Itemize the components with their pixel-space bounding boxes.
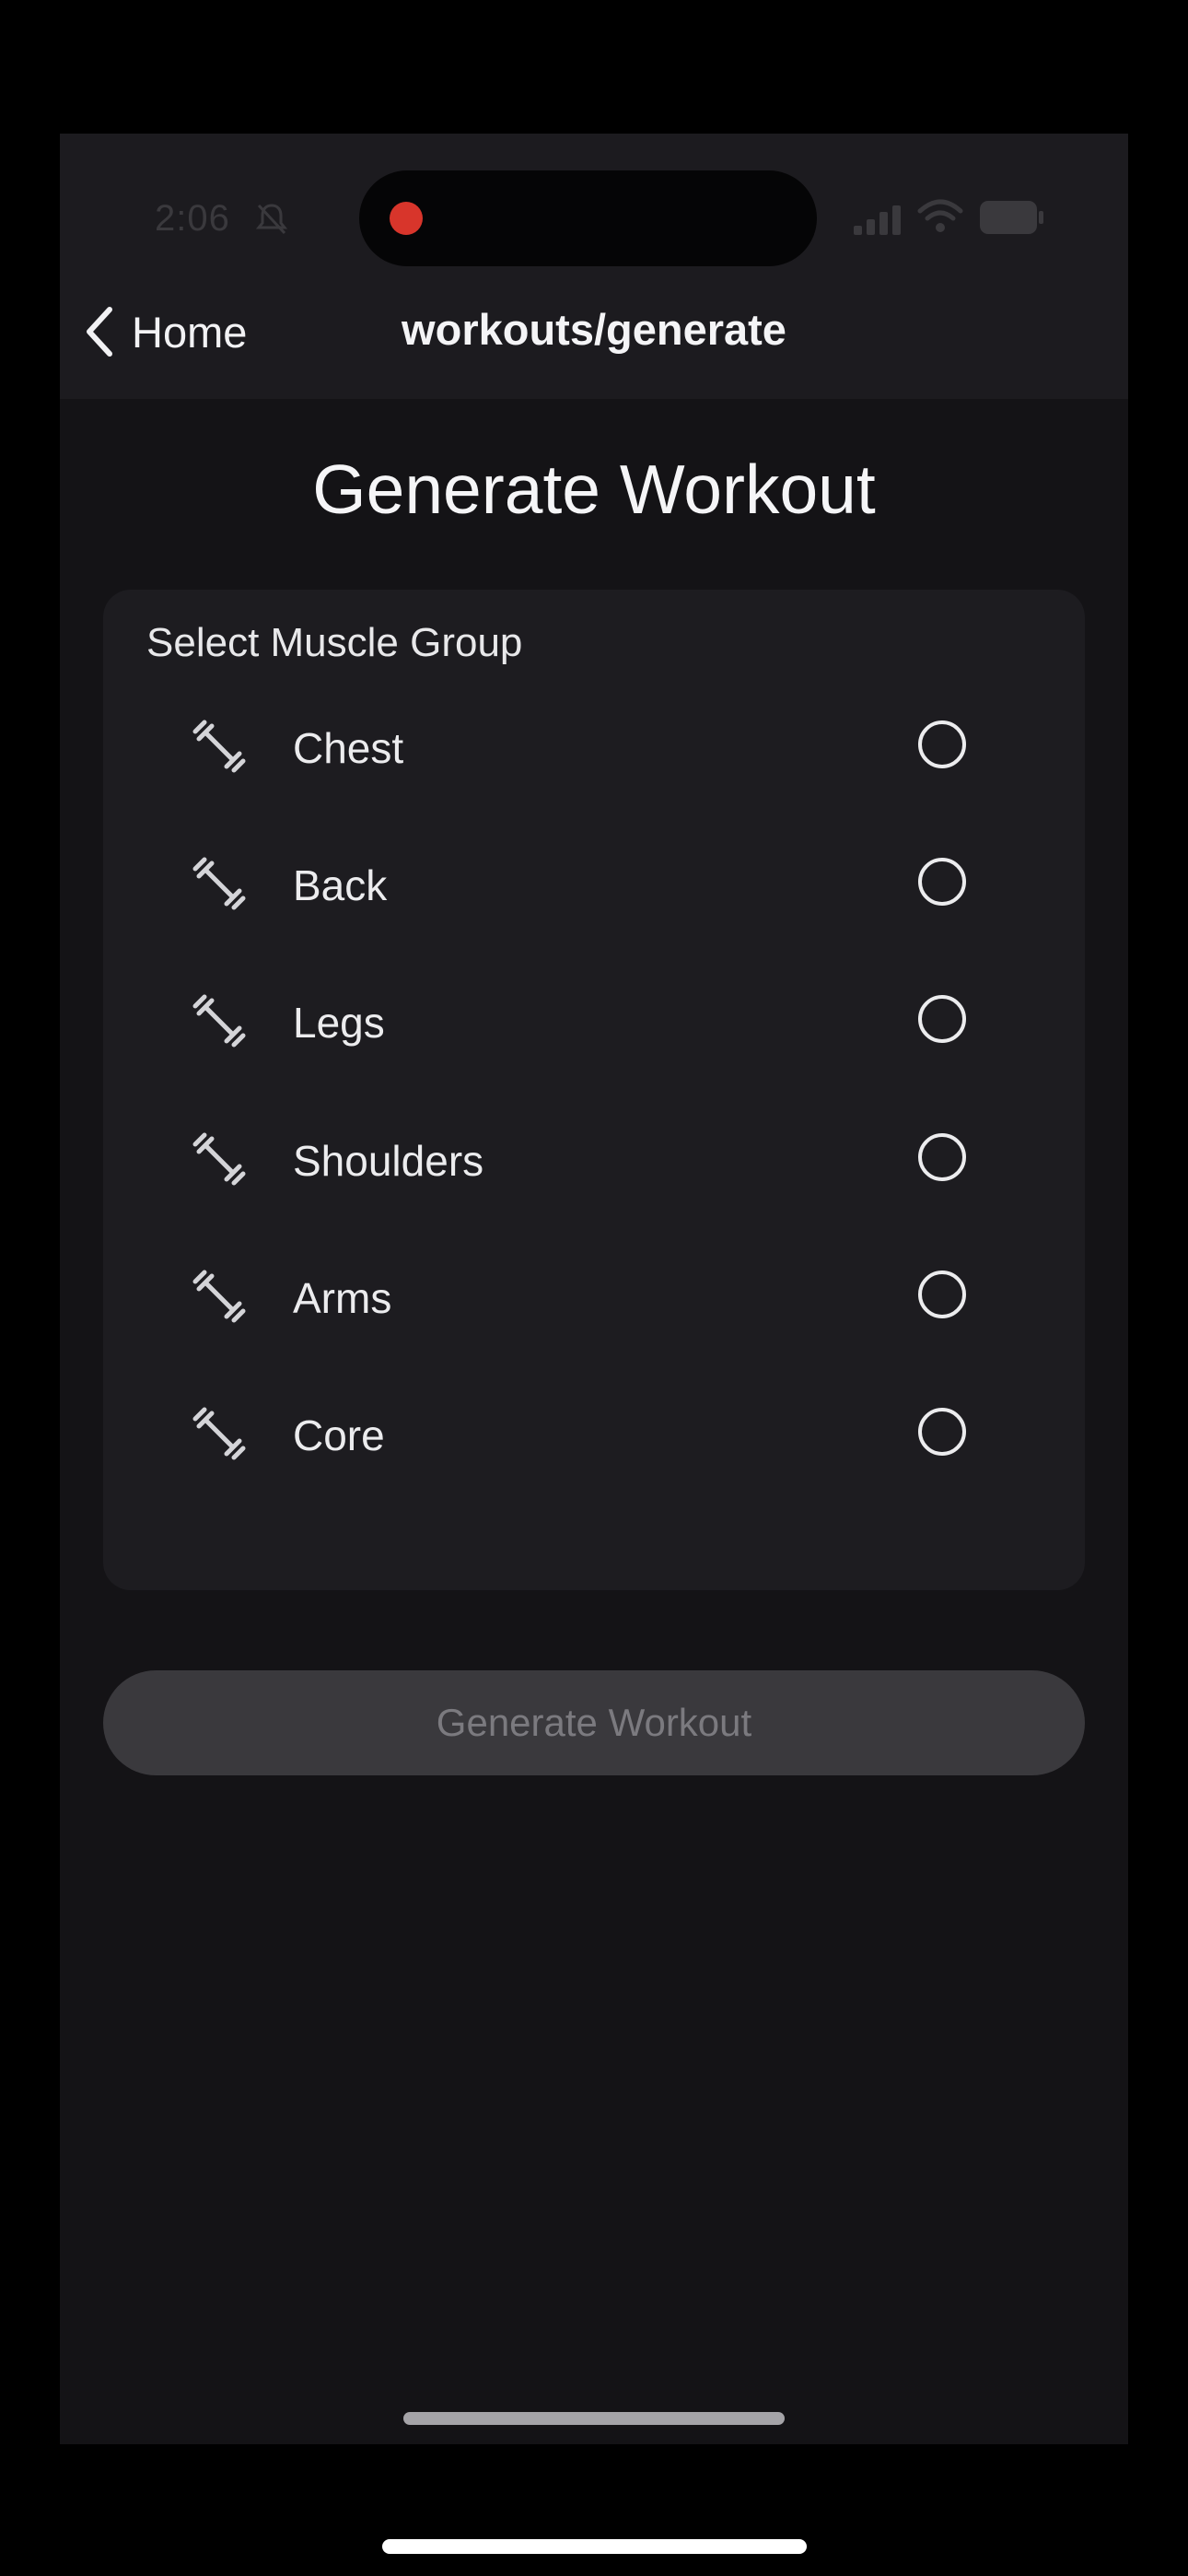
generate-workout-button[interactable]: Generate Workout [103,1670,1085,1775]
cellular-signal-icon [854,205,901,235]
muscle-option-shoulders[interactable]: Shoulders [103,1099,1085,1219]
dumbbell-icon [192,994,246,1048]
radio-button[interactable] [918,720,966,768]
muscle-option-arms[interactable]: Arms [103,1236,1085,1356]
muscle-option-label: Back [293,861,388,909]
bell-slash-icon [255,204,288,235]
muscle-option-legs[interactable]: Legs [103,961,1085,1081]
dumbbell-icon [192,1407,246,1460]
chevron-left-icon [87,307,112,357]
battery-icon [979,200,1045,235]
page-title: Generate Workout [312,451,876,528]
recording-indicator-icon [390,202,423,235]
dumbbell-icon [192,720,246,773]
muscle-option-core[interactable]: Core [103,1374,1085,1493]
muscle-option-chest[interactable]: Chest [103,686,1085,806]
muscle-option-back[interactable]: Back [103,824,1085,943]
muscle-option-label: Shoulders [293,1137,484,1185]
muscle-option-label: Chest [293,724,404,772]
muscle-option-label: Core [293,1411,385,1459]
radio-button[interactable] [918,995,966,1043]
dumbbell-icon [192,1270,246,1323]
status-time: 2:06 [155,198,230,239]
muscle-option-label: Legs [293,999,385,1047]
radio-button[interactable] [918,1408,966,1456]
navigation-bar: workouts/generate Home [60,267,1128,399]
back-label: Home [132,307,248,357]
muscle-group-card: Select Muscle Group Chest Back Legs Shou… [103,590,1085,1590]
home-indicator[interactable] [403,2412,785,2425]
radio-button[interactable] [918,858,966,906]
radio-button[interactable] [918,1270,966,1318]
device-home-indicator[interactable] [382,2539,807,2554]
dumbbell-icon [192,1132,246,1186]
app-screen: 2:06 workouts/generate Home Generate Wor… [60,134,1128,2444]
dynamic-island [359,170,817,266]
muscle-group-heading: Select Muscle Group [146,620,523,665]
wifi-icon [917,199,963,232]
muscle-option-label: Arms [293,1274,392,1322]
dumbbell-icon [192,857,246,910]
radio-button[interactable] [918,1133,966,1181]
status-bar: 2:06 [60,134,1128,267]
back-button[interactable]: Home [82,295,247,369]
